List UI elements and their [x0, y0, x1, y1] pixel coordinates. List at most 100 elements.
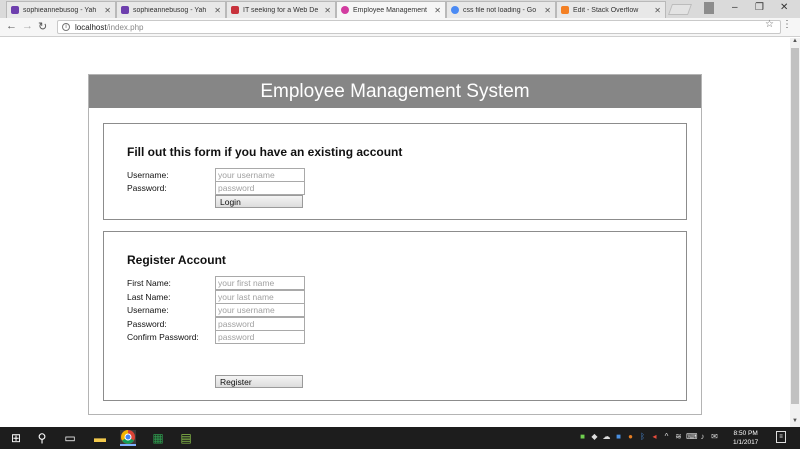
windows-taskbar: ⊞ ⚲ ▭ ▬ ▦ ▤ ■ ◆ ☁ ■ ● ᛒ ◂ ^ ≋ ⌨ ♪ ✉ 8:50… [0, 427, 800, 449]
site-favicon-icon [231, 6, 239, 14]
url-path: /index.php [106, 22, 144, 32]
close-icon[interactable]: ✕ [214, 6, 221, 15]
register-button[interactable]: Register [215, 375, 303, 388]
forward-icon[interactable]: → [22, 20, 33, 32]
browser-toolbar: ← → ↻ i localhost/index.php ☆ ⋮ [0, 18, 800, 37]
browser-tab[interactable]: Edit - Stack Overflow ✕ [556, 1, 666, 18]
search-icon[interactable]: ⚲ [34, 430, 50, 446]
mail-icon [121, 6, 129, 14]
tab-title: css file not loading - Go [463, 6, 537, 14]
register-heading: Register Account [127, 253, 226, 267]
scrollbar-thumb[interactable] [791, 48, 799, 404]
login-heading: Fill out this form if you have an existi… [127, 145, 403, 159]
browser-tab[interactable]: css file not loading - Go ✕ [446, 1, 556, 18]
browser-tab-strip: sophieannebusog - Yah ✕ sophieannebusog … [0, 0, 800, 18]
scroll-up-icon[interactable]: ▲ [792, 38, 798, 44]
login-password-input[interactable] [215, 181, 305, 195]
first-name-input[interactable] [215, 276, 305, 290]
tab-title: Edit - Stack Overflow [573, 6, 639, 14]
taskbar-clock[interactable]: 8:50 PM 1/1/2017 [733, 429, 758, 447]
confirm-password-input[interactable] [215, 330, 305, 344]
chrome-logo-icon [121, 430, 135, 444]
bookmark-star-icon[interactable]: ☆ [765, 19, 774, 30]
windows-start-icon[interactable]: ⊞ [8, 430, 24, 446]
show-hidden-icons-icon[interactable]: ^ [662, 432, 671, 442]
close-icon[interactable]: ✕ [434, 6, 441, 15]
chrome-icon[interactable] [120, 430, 136, 446]
keyboard-icon[interactable]: ⌨ [686, 432, 698, 442]
defender-icon[interactable]: ◆ [590, 432, 599, 442]
last-name-row: Last Name: [127, 290, 305, 304]
chat-icon[interactable]: ✉ [710, 432, 719, 442]
minimize-icon[interactable]: – [732, 2, 738, 13]
google-icon [451, 6, 459, 14]
confirm-password-row: Confirm Password: [127, 330, 305, 344]
vertical-scrollbar[interactable]: ▲ ▼ [790, 38, 800, 427]
mail-icon [11, 6, 19, 14]
username-row: Username: [127, 168, 305, 182]
menu-icon[interactable]: ⋮ [782, 19, 792, 30]
register-username-label: Username: [127, 305, 169, 315]
action-center-icon[interactable]: ≡ [776, 431, 786, 443]
page-title: Employee Management System [89, 75, 701, 108]
system-tray: ■ ◆ ☁ ■ ● ᛒ ◂ ^ ≋ ⌨ ♪ ✉ [578, 432, 719, 444]
edit-icon [561, 6, 569, 14]
register-username-input[interactable] [215, 303, 305, 317]
info-icon[interactable]: i [62, 23, 70, 31]
reload-icon[interactable]: ↻ [38, 20, 47, 33]
browser-tab[interactable]: IT seeking for a Web De ✕ [226, 1, 336, 18]
close-icon[interactable]: ✕ [324, 6, 331, 15]
tab-title: sophieannebusog - Yah [133, 6, 207, 14]
username-label: Username: [127, 170, 169, 180]
close-icon[interactable]: ✕ [544, 6, 551, 15]
notepad-icon[interactable]: ▤ [178, 430, 194, 446]
last-name-label: Last Name: [127, 292, 171, 302]
close-window-icon[interactable]: ✕ [780, 2, 788, 13]
maximize-icon[interactable]: ❐ [755, 2, 764, 13]
file-explorer-icon[interactable]: ▬ [92, 430, 108, 446]
first-name-row: First Name: [127, 276, 305, 290]
clock-time: 8:50 PM [733, 430, 758, 437]
cloud-icon[interactable]: ☁ [602, 432, 611, 442]
ems-container: Employee Management System Fill out this… [88, 74, 702, 415]
register-password-label: Password: [127, 319, 167, 329]
profile-icon[interactable] [704, 2, 714, 14]
volume-icon[interactable]: ♪ [698, 432, 707, 442]
shield-icon[interactable]: ■ [578, 432, 587, 442]
page-viewport: Employee Management System Fill out this… [0, 38, 790, 427]
close-icon[interactable]: ✕ [104, 6, 111, 15]
excel-icon[interactable]: ▦ [150, 430, 166, 446]
register-password-input[interactable] [215, 317, 305, 331]
onedrive-icon[interactable]: ■ [614, 432, 623, 442]
back-icon[interactable]: ← [6, 20, 17, 32]
last-name-input[interactable] [215, 290, 305, 304]
password-label: Password: [127, 183, 167, 193]
clock-date: 1/1/2017 [733, 439, 759, 446]
url-host: localhost [75, 22, 107, 32]
tab-title: IT seeking for a Web De [243, 6, 319, 14]
register-username-row: Username: [127, 303, 305, 317]
confirm-password-label: Confirm Password: [127, 332, 199, 342]
bluetooth-icon[interactable]: ᛒ [638, 432, 647, 442]
sound-muted-icon[interactable]: ◂ [650, 432, 659, 442]
login-button[interactable]: Login [215, 195, 303, 208]
task-view-icon[interactable]: ▭ [62, 430, 78, 446]
new-tab-button[interactable] [667, 4, 693, 15]
address-bar[interactable]: i localhost/index.php [57, 20, 781, 34]
close-icon[interactable]: ✕ [654, 6, 661, 15]
tab-title: Employee Management [353, 6, 427, 14]
login-username-input[interactable] [215, 168, 305, 182]
tab-title: sophieannebusog - Yah [23, 6, 97, 14]
register-form: Register Account First Name: Last Name: … [103, 231, 687, 401]
browser-tab[interactable]: sophieannebusog - Yah ✕ [116, 1, 226, 18]
first-name-label: First Name: [127, 278, 171, 288]
network-badge-icon[interactable]: ● [626, 432, 635, 442]
scroll-down-icon[interactable]: ▼ [792, 418, 798, 424]
wifi-icon[interactable]: ≋ [674, 432, 683, 442]
browser-tab[interactable]: sophieannebusog - Yah ✕ [6, 1, 116, 18]
browser-tab-active[interactable]: Employee Management ✕ [336, 1, 446, 18]
password-row: Password: [127, 181, 305, 195]
site-favicon-icon [341, 6, 349, 14]
register-password-row: Password: [127, 317, 305, 331]
login-form: Fill out this form if you have an existi… [103, 123, 687, 220]
